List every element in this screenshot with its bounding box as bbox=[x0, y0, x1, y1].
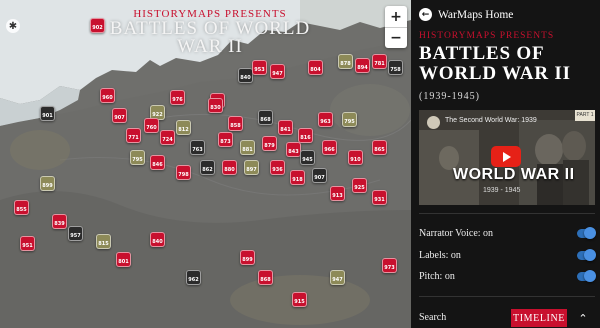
battle-marker[interactable]: 841 bbox=[278, 120, 293, 135]
battle-marker[interactable]: 963 bbox=[318, 112, 333, 127]
option-pitch: Pitch: on bbox=[419, 270, 596, 282]
battle-marker[interactable]: 925 bbox=[352, 178, 367, 193]
battle-marker[interactable]: 763 bbox=[190, 140, 205, 155]
battle-marker[interactable]: 830 bbox=[208, 98, 223, 113]
zoom-out-button[interactable]: − bbox=[385, 27, 407, 48]
battle-marker[interactable]: 868 bbox=[258, 270, 273, 285]
battle-marker[interactable]: 865 bbox=[372, 140, 387, 155]
battle-marker[interactable]: 947 bbox=[270, 64, 285, 79]
battle-marker[interactable]: 879 bbox=[262, 136, 277, 151]
battle-marker[interactable]: 795 bbox=[130, 150, 145, 165]
option-labels: Labels: on bbox=[419, 249, 596, 261]
battle-marker[interactable]: 936 bbox=[270, 160, 285, 175]
battle-marker[interactable]: 795 bbox=[342, 112, 357, 127]
battle-marker[interactable]: 962 bbox=[186, 270, 201, 285]
battle-marker[interactable]: 862 bbox=[200, 160, 215, 175]
divider bbox=[419, 213, 595, 214]
battle-marker[interactable]: 899 bbox=[240, 250, 255, 265]
labels-toggle[interactable] bbox=[577, 249, 596, 261]
timeline-button[interactable]: TIMELINE bbox=[511, 309, 567, 327]
battle-marker[interactable]: 973 bbox=[382, 258, 397, 273]
battle-marker[interactable]: 910 bbox=[348, 150, 363, 165]
zoom-control: + − bbox=[385, 6, 407, 48]
battle-marker[interactable]: 771 bbox=[126, 128, 141, 143]
panel-title: BATTLES OF WORLD WAR II bbox=[419, 43, 571, 84]
battle-marker[interactable]: 839 bbox=[52, 214, 67, 229]
battle-marker[interactable]: 945 bbox=[300, 150, 315, 165]
battle-marker[interactable]: 881 bbox=[240, 140, 255, 155]
battle-marker[interactable]: 931 bbox=[372, 190, 387, 205]
search-field[interactable]: Search bbox=[419, 312, 446, 323]
battle-marker[interactable]: 801 bbox=[116, 252, 131, 267]
narrator-toggle[interactable] bbox=[577, 227, 596, 239]
chevron-up-icon[interactable]: ⌃ bbox=[568, 309, 598, 327]
battle-marker[interactable]: 760 bbox=[144, 118, 159, 133]
battle-marker[interactable]: 897 bbox=[244, 160, 259, 175]
video-part-badge: PART 1 bbox=[575, 110, 595, 121]
battle-marker[interactable]: 918 bbox=[290, 170, 305, 185]
battle-marker[interactable]: 758 bbox=[388, 60, 403, 75]
battle-marker[interactable]: 907 bbox=[312, 168, 327, 183]
battle-marker[interactable]: 878 bbox=[338, 54, 353, 69]
video-title: The Second World War: 1939 bbox=[445, 117, 537, 124]
battle-marker[interactable]: 873 bbox=[218, 132, 233, 147]
back-arrow-icon: ← bbox=[419, 8, 432, 21]
map-title-line2: WAR II bbox=[177, 36, 243, 57]
zoom-in-button[interactable]: + bbox=[385, 6, 407, 27]
battle-marker[interactable]: 804 bbox=[308, 60, 323, 75]
battle-marker[interactable]: 880 bbox=[222, 160, 237, 175]
battle-marker[interactable]: 724 bbox=[160, 130, 175, 145]
option-pitch-label: Pitch: on bbox=[419, 271, 455, 282]
battle-marker[interactable]: 855 bbox=[14, 200, 29, 215]
home-link[interactable]: ← WarMaps Home bbox=[419, 8, 513, 21]
battle-marker[interactable]: 840 bbox=[150, 232, 165, 247]
battle-marker[interactable]: 899 bbox=[40, 176, 55, 191]
battle-marker[interactable]: 953 bbox=[252, 60, 267, 75]
battle-marker[interactable]: 957 bbox=[68, 226, 83, 241]
battle-marker[interactable]: 913 bbox=[330, 186, 345, 201]
battle-marker[interactable]: 976 bbox=[170, 90, 185, 105]
battle-marker[interactable]: 960 bbox=[100, 88, 115, 103]
battle-marker[interactable]: 840 bbox=[238, 68, 253, 83]
compass-icon[interactable]: ✱ bbox=[6, 19, 20, 33]
map-view[interactable]: HISTORYMAPS PRESENTS BATTLES OF WORLD WA… bbox=[0, 0, 411, 328]
play-icon[interactable] bbox=[491, 146, 521, 167]
battle-marker[interactable]: 812 bbox=[176, 120, 191, 135]
battle-marker[interactable]: 868 bbox=[258, 110, 273, 125]
panel-title-pre: HISTORYMAPS PRESENTS bbox=[419, 31, 555, 41]
side-panel: ← WarMaps Home HISTORYMAPS PRESENTS BATT… bbox=[411, 0, 600, 328]
divider bbox=[419, 296, 595, 297]
battle-marker[interactable]: 781 bbox=[372, 54, 387, 69]
battle-marker[interactable]: 858 bbox=[228, 116, 243, 131]
battle-marker[interactable]: 843 bbox=[286, 142, 301, 157]
battle-marker[interactable]: 947 bbox=[330, 270, 345, 285]
battle-marker[interactable]: 902 bbox=[90, 18, 105, 33]
battle-marker[interactable]: 907 bbox=[112, 108, 127, 123]
pitch-toggle[interactable] bbox=[577, 270, 596, 282]
video-big-title: WORLD WAR II bbox=[453, 166, 575, 183]
map-title-overlay: HISTORYMAPS PRESENTS BATTLES OF WORLD WA… bbox=[100, 8, 320, 56]
video-dates: 1939 - 1945 bbox=[483, 187, 521, 194]
option-narrator-label: Narrator Voice: on bbox=[419, 228, 494, 239]
battle-marker[interactable]: 894 bbox=[355, 58, 370, 73]
option-narrator: Narrator Voice: on bbox=[419, 227, 596, 239]
option-labels-label: Labels: on bbox=[419, 250, 461, 261]
battle-marker[interactable]: 966 bbox=[322, 140, 337, 155]
battle-marker[interactable]: 951 bbox=[20, 236, 35, 251]
battle-marker[interactable]: 915 bbox=[292, 292, 307, 307]
battle-marker[interactable]: 798 bbox=[176, 165, 191, 180]
video-thumbnail[interactable]: The Second World War: 1939 PART 1 WORLD … bbox=[419, 110, 595, 205]
battle-marker[interactable]: 815 bbox=[96, 234, 111, 249]
home-link-label: WarMaps Home bbox=[438, 8, 514, 21]
panel-dates: (1939-1945) bbox=[419, 91, 480, 102]
battle-marker[interactable]: 901 bbox=[40, 106, 55, 121]
battle-marker[interactable]: 816 bbox=[298, 128, 313, 143]
battle-marker[interactable]: 846 bbox=[150, 155, 165, 170]
channel-avatar bbox=[427, 116, 440, 129]
